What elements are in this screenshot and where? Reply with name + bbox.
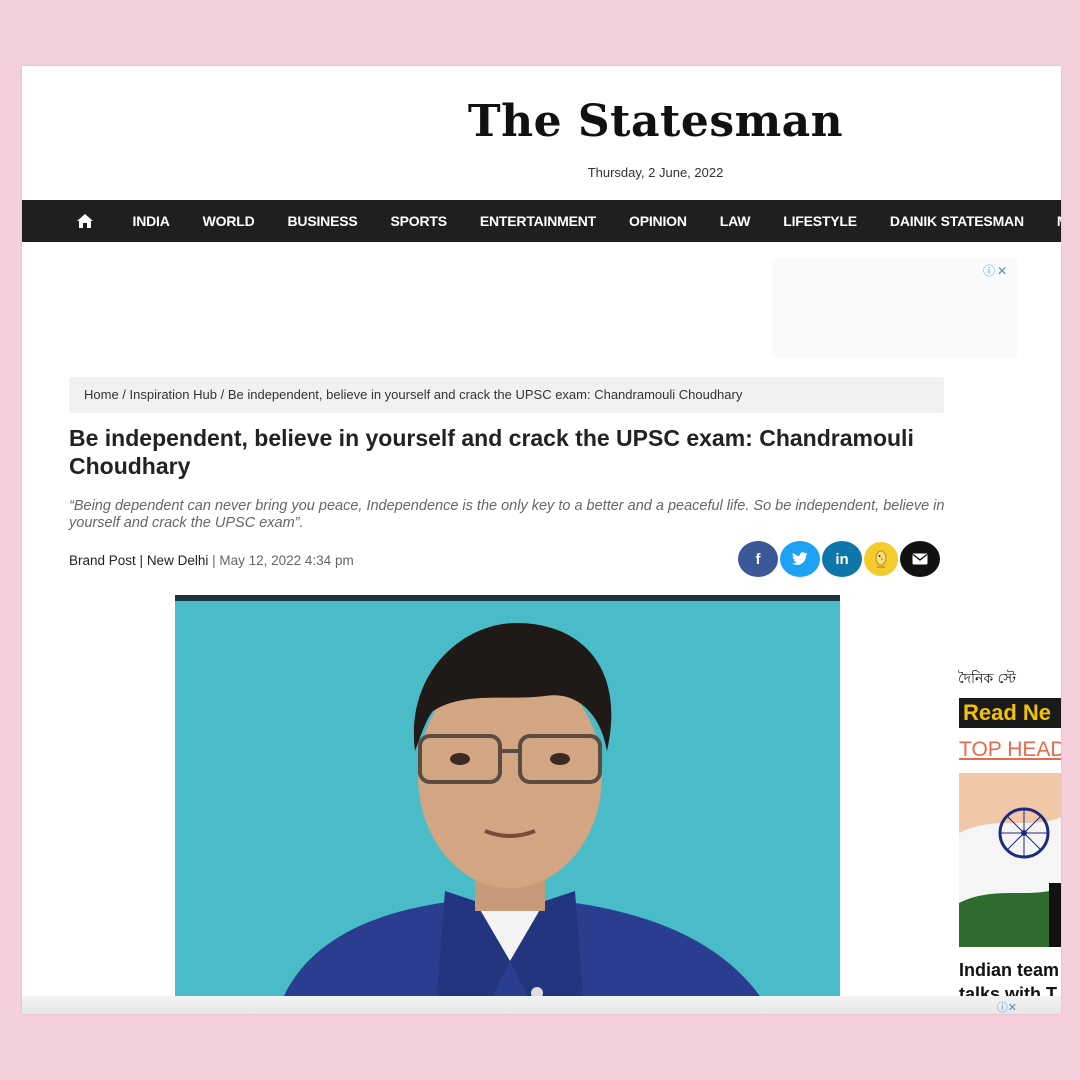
nav-item-opinion[interactable]: OPINION: [613, 213, 704, 229]
dainik-statesman-logo[interactable]: দৈনিক স্টে: [958, 646, 1061, 696]
facebook-share-button[interactable]: f: [738, 541, 778, 577]
author[interactable]: Brand Post: [69, 553, 136, 568]
main-nav: INDIA WORLD BUSINESS SPORTS ENTERTAINMEN…: [22, 200, 1061, 242]
article-title: Be independent, believe in yourself and …: [69, 425, 914, 479]
bottom-ad-bar: [22, 996, 1061, 1014]
breadcrumb-current: Be independent, believe in yourself and …: [227, 387, 743, 402]
dainik-statesman-logo-text: দৈনিক স্টে: [958, 670, 1016, 687]
publish-datetime: May 12, 2022 4:34 pm: [219, 553, 354, 568]
sidebar-read-banner[interactable]: Read Ne: [959, 698, 1061, 728]
portrait-illustration: [175, 601, 840, 1014]
article-summary: “Being dependent can never bring you pea…: [69, 498, 945, 531]
ad-choices-close-icon[interactable]: ⓘ✕: [983, 262, 1009, 279]
facebook-icon: f: [755, 550, 761, 568]
twitter-share-button[interactable]: [780, 541, 820, 577]
browser-page: The Statesman Thursday, 2 June, 2022 IND…: [22, 66, 1061, 1014]
nav-item-entertainment[interactable]: ENTERTAINMENT: [463, 213, 612, 229]
breadcrumb-home[interactable]: Home: [84, 387, 119, 402]
location: New Delhi: [146, 553, 209, 568]
site-logo[interactable]: The Statesman: [22, 96, 1061, 147]
linkedin-icon: in: [835, 550, 849, 568]
koo-icon: [875, 550, 887, 568]
koo-share-button[interactable]: [864, 542, 898, 576]
nav-item-world[interactable]: WORLD: [186, 213, 271, 229]
byline-separator: |: [208, 553, 220, 568]
ad-choices-close-icon[interactable]: ⓘ✕: [997, 999, 1017, 1014]
breadcrumb: Home / Inspiration Hub / Be independent,…: [69, 377, 944, 413]
nav-item-india[interactable]: INDIA: [116, 213, 186, 229]
breadcrumb-section[interactable]: Inspiration Hub: [130, 387, 217, 402]
breadcrumb-separator: /: [118, 387, 130, 402]
article-hero-image[interactable]: [175, 595, 840, 1014]
nav-item-business[interactable]: BUSINESS: [271, 213, 374, 229]
nav-item-sports[interactable]: SPORTS: [374, 213, 463, 229]
article-byline: Brand Post | New Delhi | May 12, 2022 4:…: [69, 553, 354, 568]
nav-item-law[interactable]: LAW: [703, 213, 767, 229]
linkedin-share-button[interactable]: in: [822, 541, 862, 577]
sidebar-headline-image[interactable]: [959, 773, 1061, 947]
share-buttons: f in: [738, 541, 940, 577]
byline-separator: |: [135, 553, 147, 568]
email-share-button[interactable]: [900, 541, 940, 577]
sidebar-top-headlines[interactable]: TOP HEAD: [959, 738, 1061, 762]
current-date: Thursday, 2 June, 2022: [587, 165, 724, 180]
nav-item-dainik-statesman[interactable]: DAINIK STATESMAN: [873, 213, 1040, 229]
nav-item-more[interactable]: M: [1040, 213, 1061, 229]
india-flag-image: [959, 773, 1061, 947]
nav-item-lifestyle[interactable]: LIFESTYLE: [767, 213, 874, 229]
twitter-icon: [792, 552, 808, 565]
email-icon: [912, 553, 928, 565]
home-icon[interactable]: [76, 213, 94, 229]
ad-slot[interactable]: ⓘ✕: [772, 258, 1017, 358]
breadcrumb-separator: /: [216, 387, 228, 402]
